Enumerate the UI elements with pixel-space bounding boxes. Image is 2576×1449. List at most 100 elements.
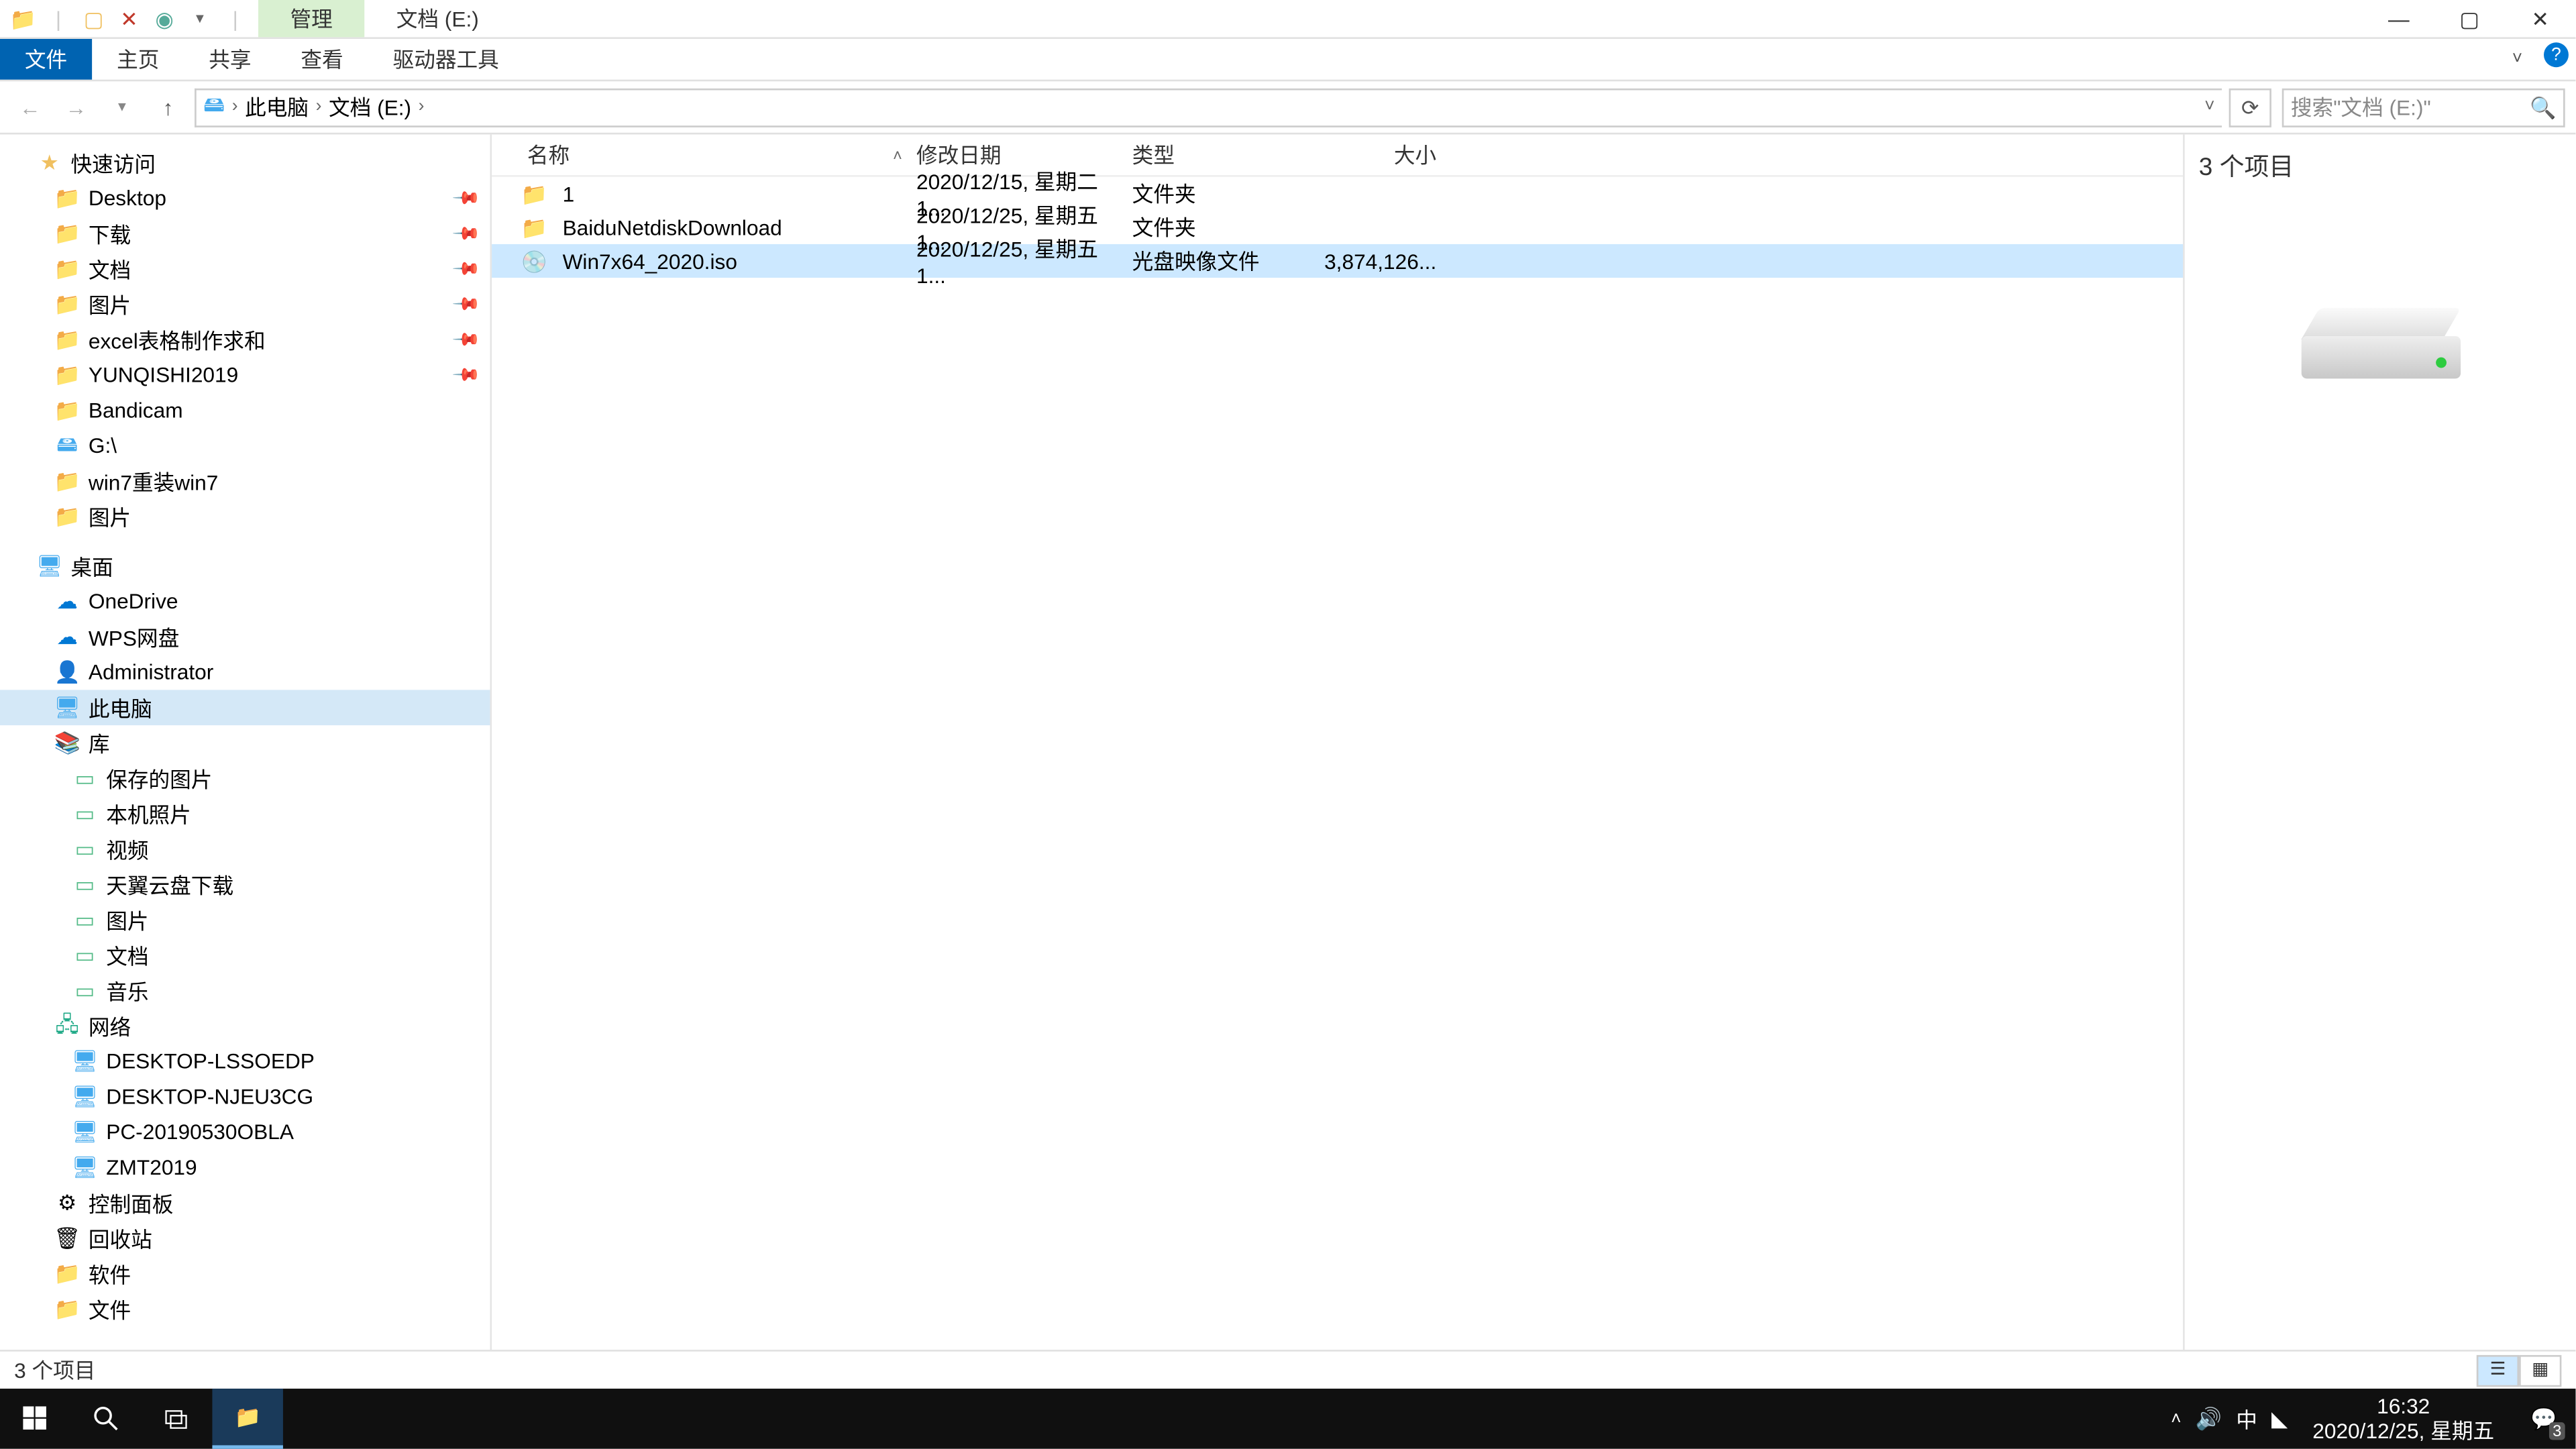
refresh-button[interactable]: ⟳: [2229, 88, 2271, 127]
back-button[interactable]: ←: [11, 88, 50, 127]
ribbon-tab-share[interactable]: 共享: [184, 39, 276, 80]
ribbon-tab-file[interactable]: 文件: [0, 39, 92, 80]
ribbon-context-tab[interactable]: 管理: [258, 0, 364, 37]
nav-extra-item[interactable]: 📁 软件: [0, 1256, 490, 1291]
nav-lib-item[interactable]: ▭ 保存的图片: [0, 761, 490, 796]
nav-item-label: 文件: [89, 1294, 131, 1324]
column-header-size[interactable]: 大小: [1302, 140, 1444, 170]
clock-date: 2020/12/25, 星期五: [2312, 1419, 2494, 1444]
qat-newfolder-icon[interactable]: ✕: [113, 3, 145, 34]
breadcrumb[interactable]: 🖴 › 此电脑 › 文档 (E:) › ˅: [195, 88, 2222, 127]
column-header-type[interactable]: 类型: [1125, 140, 1302, 170]
explorer-taskbar-button[interactable]: 📁: [212, 1389, 282, 1449]
tray-expand-icon[interactable]: ˄: [2171, 1409, 2181, 1428]
nav-desktop-item[interactable]: 👤 Administrator: [0, 655, 490, 690]
task-view-button[interactable]: [142, 1389, 212, 1449]
nav-lib-item[interactable]: ▭ 图片: [0, 902, 490, 938]
view-details-button[interactable]: ☰: [2477, 1354, 2519, 1386]
tray-app-icon[interactable]: ◣: [2271, 1406, 2288, 1431]
column-header-name[interactable]: 名称 ˄: [520, 140, 909, 170]
breadcrumb-segment-pc[interactable]: 此电脑: [245, 92, 309, 122]
volume-icon[interactable]: 🔊: [2196, 1406, 2222, 1431]
nav-network-item[interactable]: 🖥 ZMT2019: [0, 1150, 490, 1185]
folder-icon: 📁: [53, 325, 81, 354]
qat-gear-icon[interactable]: ◉: [149, 3, 180, 34]
column-header-date[interactable]: 修改日期: [909, 140, 1125, 170]
nav-extra-item[interactable]: 📁 文件: [0, 1291, 490, 1327]
file-row[interactable]: 📁 1 2020/12/15, 星期二 1... 文件夹: [492, 177, 2183, 211]
qat-dropdown-icon[interactable]: ▾: [184, 3, 215, 34]
ribbon-tab-drivetools[interactable]: 驱动器工具: [368, 39, 524, 80]
status-text: 3 个项目: [14, 1355, 95, 1385]
search-icon[interactable]: 🔍: [2530, 95, 2556, 119]
nav-qa-item[interactable]: 📁 excel表格制作求和📌: [0, 322, 490, 358]
chevron-right-icon[interactable]: ›: [419, 97, 425, 117]
search-button[interactable]: [70, 1389, 141, 1449]
file-row[interactable]: 📁 BaiduNetdiskDownload 2020/12/25, 星期五 1…: [492, 211, 2183, 244]
nav-item-label: 本机照片: [106, 799, 191, 829]
quick-access-toolbar: 📁 | ▢ ✕ ◉ ▾ |: [0, 0, 258, 37]
qat-sep: |: [42, 3, 74, 34]
nav-lib-item[interactable]: ▭ 天翼云盘下载: [0, 867, 490, 902]
nav-desktop-item[interactable]: ☁ WPS网盘: [0, 619, 490, 655]
close-button[interactable]: ✕: [2505, 0, 2575, 37]
notifications-button[interactable]: 💬 3: [2519, 1394, 2569, 1444]
column-headers: 名称 ˄ 修改日期 类型 大小: [492, 134, 2183, 176]
nav-desktop-item[interactable]: 📚 库: [0, 725, 490, 761]
nav-qa-item[interactable]: 📁 Bandicam: [0, 392, 490, 428]
file-type: 文件夹: [1125, 212, 1302, 242]
nav-network-item[interactable]: 🖥 PC-20190530OBLA: [0, 1114, 490, 1150]
nav-network-item[interactable]: 🖥 DESKTOP-LSSOEDP: [0, 1044, 490, 1079]
ribbon-tab-home[interactable]: 主页: [92, 39, 184, 80]
file-name: Win7x64_2020.iso: [555, 248, 909, 273]
chevron-right-icon[interactable]: ›: [232, 97, 238, 117]
nav-network-item[interactable]: 🖥 DESKTOP-NJEU3CG: [0, 1079, 490, 1115]
nav-qa-item[interactable]: 📁 图片: [0, 499, 490, 535]
nav-desktop-item[interactable]: ☁ OneDrive: [0, 584, 490, 619]
computer-icon: 🖥: [70, 1047, 99, 1075]
nav-qa-item[interactable]: 🖴 G:\: [0, 428, 490, 464]
nav-qa-item[interactable]: 📁 文档📌: [0, 251, 490, 286]
nav-item-label: DESKTOP-NJEU3CG: [106, 1084, 313, 1109]
breadcrumb-segment-drive[interactable]: 文档 (E:): [329, 92, 411, 122]
network-icon: 🖧: [53, 1012, 81, 1040]
clock[interactable]: 16:32 2020/12/25, 星期五: [2302, 1394, 2505, 1444]
ime-indicator[interactable]: 中: [2236, 1403, 2257, 1434]
chevron-right-icon[interactable]: ›: [316, 97, 322, 117]
nav-extra-item[interactable]: ⚙ 控制面板: [0, 1185, 490, 1221]
ribbon-expand-icon[interactable]: ˅: [2502, 42, 2533, 74]
nav-item-label: Desktop: [89, 186, 166, 211]
nav-lib-item[interactable]: ▭ 本机照片: [0, 796, 490, 832]
nav-quick-access[interactable]: ★ 快速访问: [0, 145, 490, 180]
nav-desktop-item[interactable]: 🖥 此电脑: [0, 690, 490, 725]
view-icons-button[interactable]: ▦: [2519, 1354, 2561, 1386]
qat-properties-icon[interactable]: ▢: [78, 3, 109, 34]
nav-qa-item[interactable]: 📁 win7重装win7: [0, 464, 490, 499]
forward-button[interactable]: →: [56, 88, 95, 127]
nav-qa-item[interactable]: 📁 YUNQISHI2019📌: [0, 358, 490, 393]
up-button[interactable]: ↑: [149, 88, 188, 127]
minimize-button[interactable]: —: [2363, 0, 2434, 37]
help-icon[interactable]: ?: [2544, 42, 2569, 67]
nav-lib-item[interactable]: ▭ 文档: [0, 938, 490, 973]
search-input[interactable]: 搜索"文档 (E:)" 🔍: [2282, 88, 2565, 127]
nav-qa-item[interactable]: 📁 Desktop📌: [0, 180, 490, 216]
windows-icon: [23, 1406, 48, 1431]
start-button[interactable]: [0, 1389, 70, 1449]
maximize-button[interactable]: ▢: [2434, 0, 2505, 37]
nav-network[interactable]: 🖧 网络: [0, 1008, 490, 1044]
search-icon: [94, 1406, 119, 1431]
file-row[interactable]: 💿 Win7x64_2020.iso 2020/12/25, 星期五 1... …: [492, 244, 2183, 278]
nav-desktop[interactable]: 🖥 桌面: [0, 548, 490, 584]
nav-lib-item[interactable]: ▭ 视频: [0, 831, 490, 867]
nav-qa-item[interactable]: 📁 图片📌: [0, 286, 490, 322]
ribbon-tab-view[interactable]: 查看: [276, 39, 368, 80]
nav-extra-item[interactable]: 🗑 回收站: [0, 1221, 490, 1256]
nav-item-label: WPS网盘: [89, 622, 179, 652]
library-icon: ▭: [70, 764, 99, 792]
address-dropdown-icon[interactable]: ˅: [2204, 97, 2214, 117]
recent-dropdown-icon[interactable]: ▾: [103, 88, 142, 127]
nav-lib-item[interactable]: ▭ 音乐: [0, 973, 490, 1008]
nav-qa-item[interactable]: 📁 下载📌: [0, 216, 490, 252]
nav-item-label: 天翼云盘下载: [106, 869, 233, 900]
